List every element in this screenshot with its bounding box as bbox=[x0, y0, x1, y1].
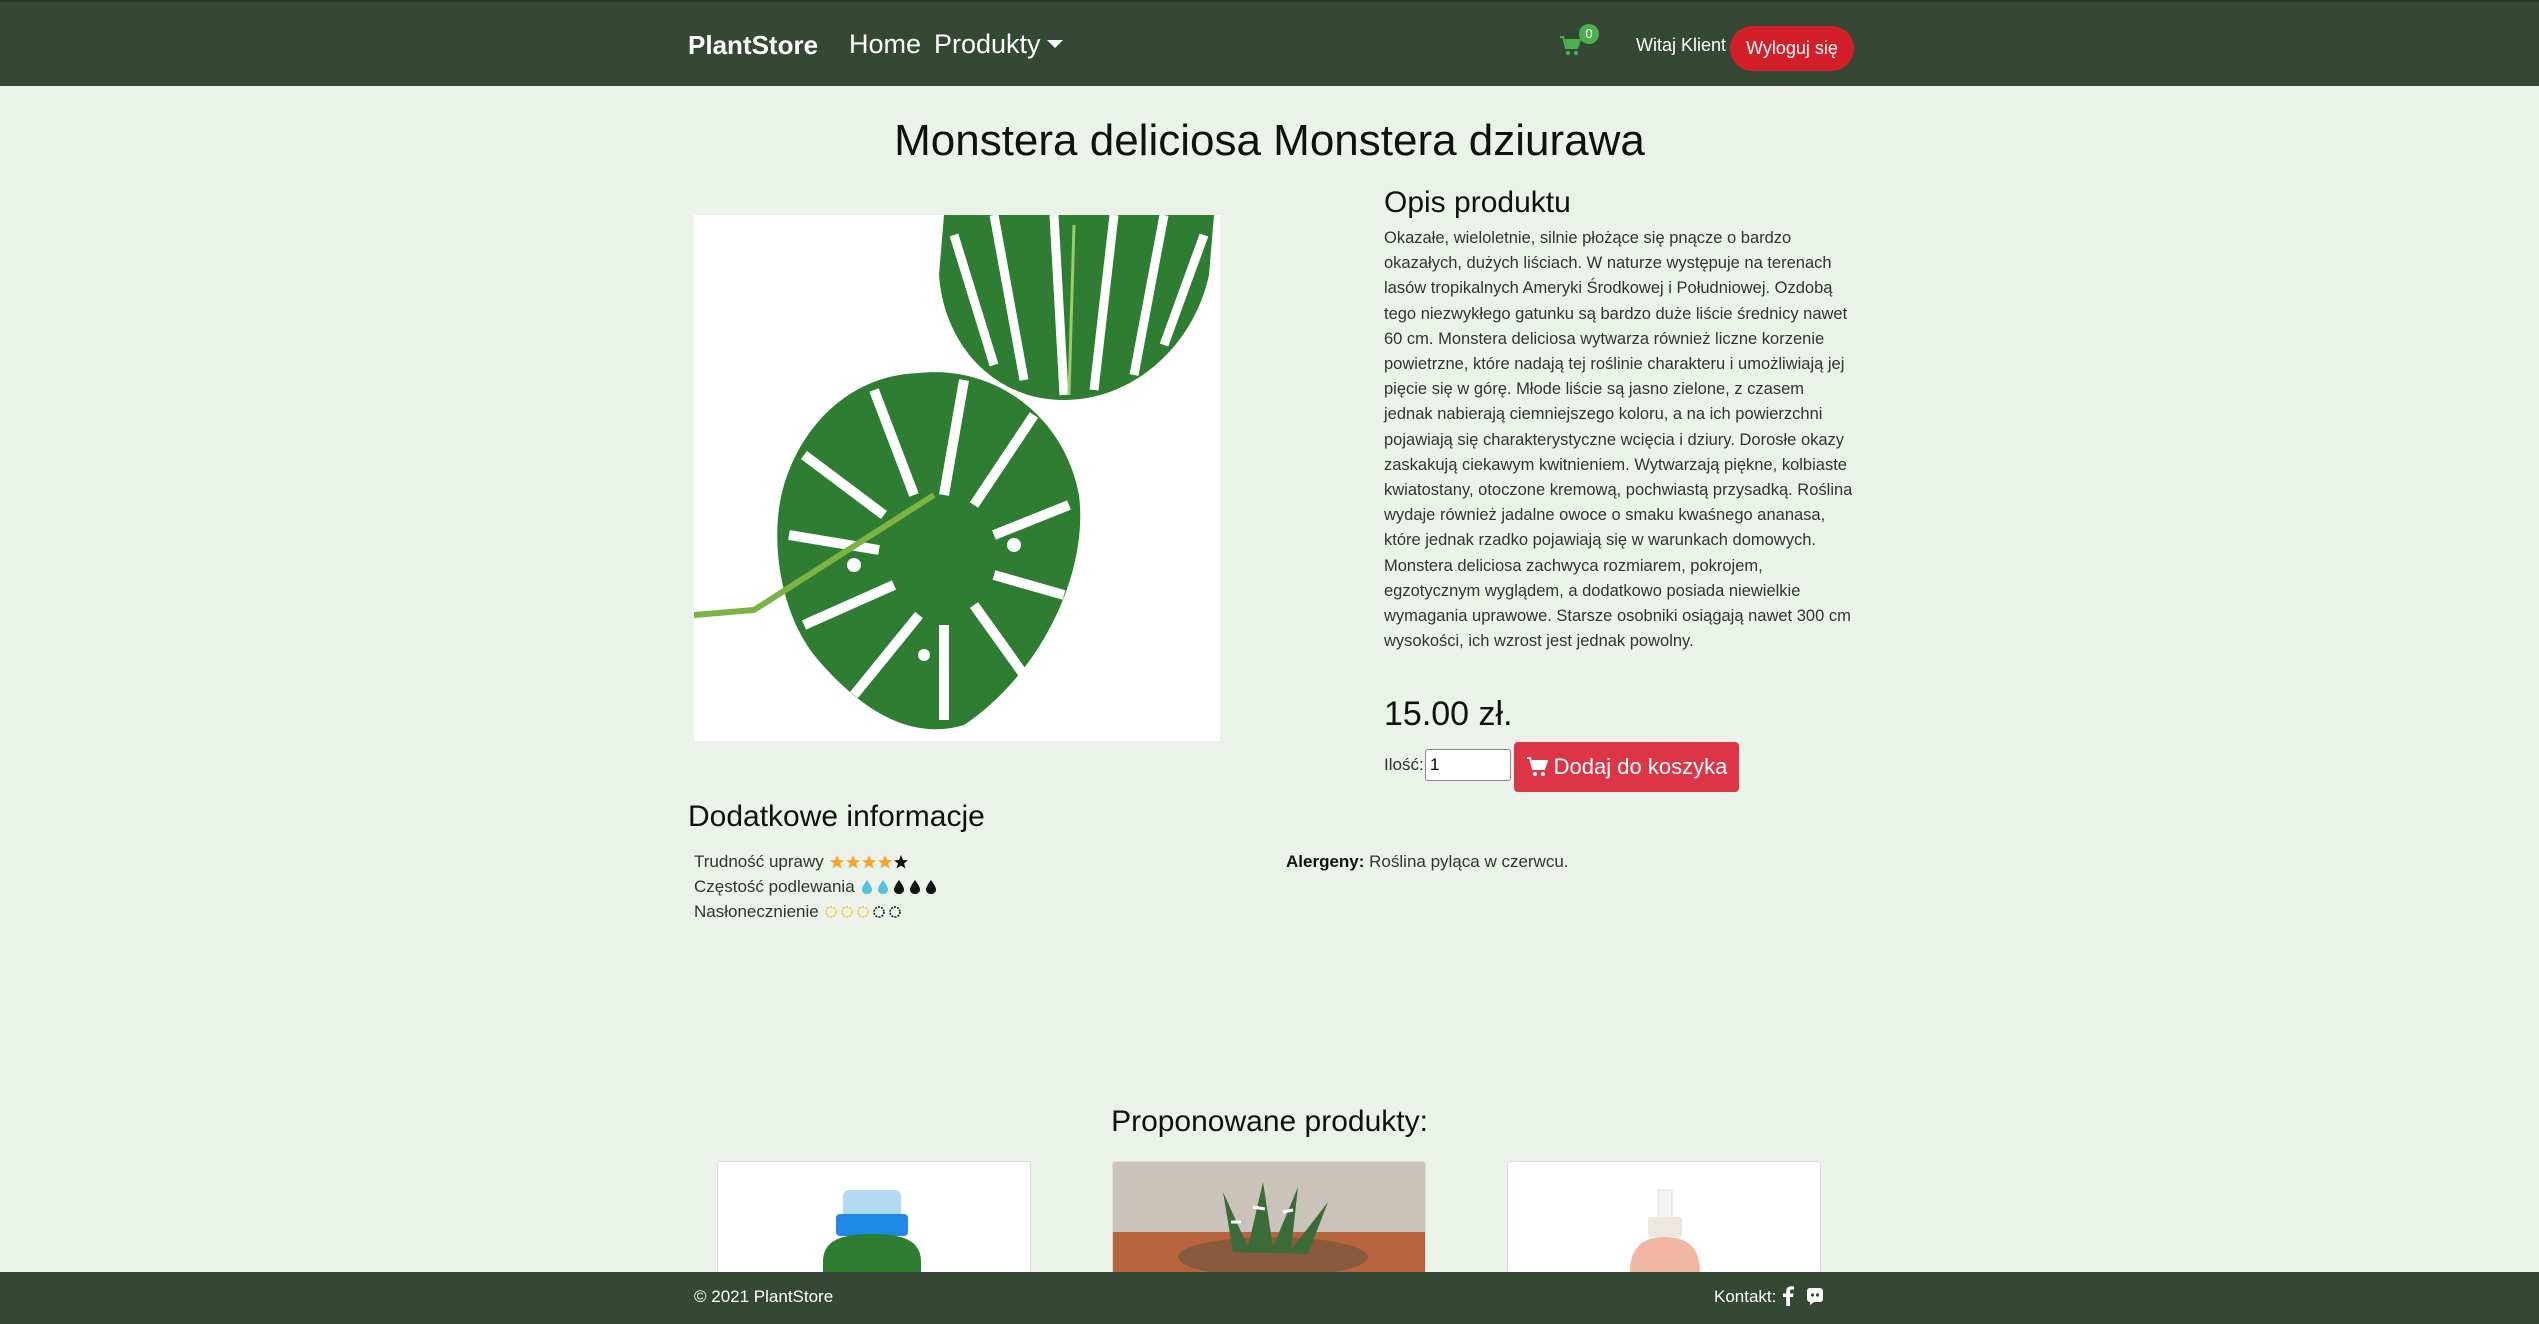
star-icon bbox=[861, 855, 876, 869]
star-icon bbox=[829, 855, 844, 869]
watering-label: Częstość podlewania bbox=[694, 877, 855, 896]
extra-info-title: Dodatkowe informacje bbox=[688, 800, 985, 833]
page-title: Monstera deliciosa Monstera dziurawa bbox=[894, 116, 1645, 165]
sun-icon bbox=[873, 906, 886, 918]
navbar-inner: PlantStore Home Produkty 0 Witaj Klient … bbox=[688, 2, 1854, 88]
description-title: Opis produktu bbox=[1384, 186, 1571, 219]
monstera-image bbox=[694, 215, 1214, 730]
cart-button[interactable]: 0 bbox=[1559, 24, 1599, 62]
sun-icon bbox=[857, 906, 870, 918]
copyright-text: © 2021 PlantStore bbox=[694, 1287, 834, 1306]
allergens-label: Alergeny: bbox=[1286, 852, 1365, 871]
facebook-icon[interactable] bbox=[1782, 1286, 1794, 1306]
cart-count-badge: 0 bbox=[1579, 24, 1599, 44]
brand-logo[interactable]: PlantStore bbox=[688, 30, 818, 61]
leaf-main bbox=[694, 372, 1081, 730]
product-image bbox=[694, 215, 1220, 741]
sun-icon bbox=[841, 906, 854, 918]
sun-rating bbox=[823, 904, 903, 925]
star-icon bbox=[845, 855, 860, 869]
allergens-info: Alergeny: Roślina pyląca w czerwcu. bbox=[1286, 852, 1569, 872]
watering-row: Częstość podlewania bbox=[694, 877, 939, 900]
water-icon bbox=[878, 880, 889, 894]
navbar: PlantStore Home Produkty 0 Witaj Klient … bbox=[0, 0, 2539, 86]
sun-icon bbox=[889, 906, 902, 918]
difficulty-row: Trudność uprawy bbox=[694, 852, 909, 875]
water-rating-icons bbox=[862, 880, 937, 894]
sun-label: Nasłonecznienie bbox=[694, 902, 819, 921]
logout-button[interactable]: Wyloguj się bbox=[1730, 26, 1854, 71]
product-description: Okazałe, wieloletnie, silnie płożące się… bbox=[1384, 229, 1853, 651]
contact-label: Kontakt: bbox=[1714, 1287, 1777, 1306]
nav-home-link[interactable]: Home bbox=[849, 29, 921, 60]
caret-down-icon bbox=[1046, 40, 1063, 48]
nav-products-label: Produkty bbox=[934, 29, 1041, 59]
water-icon bbox=[894, 880, 905, 894]
suggested-title: Proponowane produkty: bbox=[1111, 1105, 1428, 1138]
product-price: 15.00 zł. bbox=[1384, 695, 1513, 733]
allergens-value: Roślina pyląca w czerwcu. bbox=[1369, 852, 1569, 871]
sun-rating-icons bbox=[825, 906, 902, 918]
watering-rating bbox=[859, 879, 939, 900]
quantity-input[interactable] bbox=[1425, 749, 1511, 781]
difficulty-rating bbox=[829, 854, 909, 875]
nav-products-dropdown[interactable]: Produkty bbox=[934, 29, 1063, 60]
quantity-label: Ilość: bbox=[1384, 755, 1424, 774]
welcome-text: Witaj Klient bbox=[1636, 35, 1727, 55]
water-icon bbox=[862, 880, 873, 894]
sun-icon bbox=[825, 906, 838, 918]
difficulty-label: Trudność uprawy bbox=[694, 852, 824, 871]
add-to-cart-label: Dodaj do koszyka bbox=[1553, 754, 1728, 779]
water-icon bbox=[926, 880, 937, 894]
discord-icon[interactable] bbox=[1806, 1287, 1824, 1305]
star-icon bbox=[893, 855, 908, 869]
leaf-top bbox=[939, 215, 1214, 400]
footer: © 2021 PlantStore Kontakt: bbox=[0, 1272, 2539, 1324]
cart-icon bbox=[1560, 36, 1581, 55]
star-rating-icons bbox=[829, 855, 908, 869]
water-icon bbox=[910, 880, 921, 894]
add-to-cart-button[interactable]: Dodaj do koszyka bbox=[1514, 742, 1739, 792]
star-icon bbox=[877, 855, 892, 869]
sun-row: Nasłonecznienie bbox=[694, 902, 903, 925]
cart-icon bbox=[1526, 757, 1549, 776]
